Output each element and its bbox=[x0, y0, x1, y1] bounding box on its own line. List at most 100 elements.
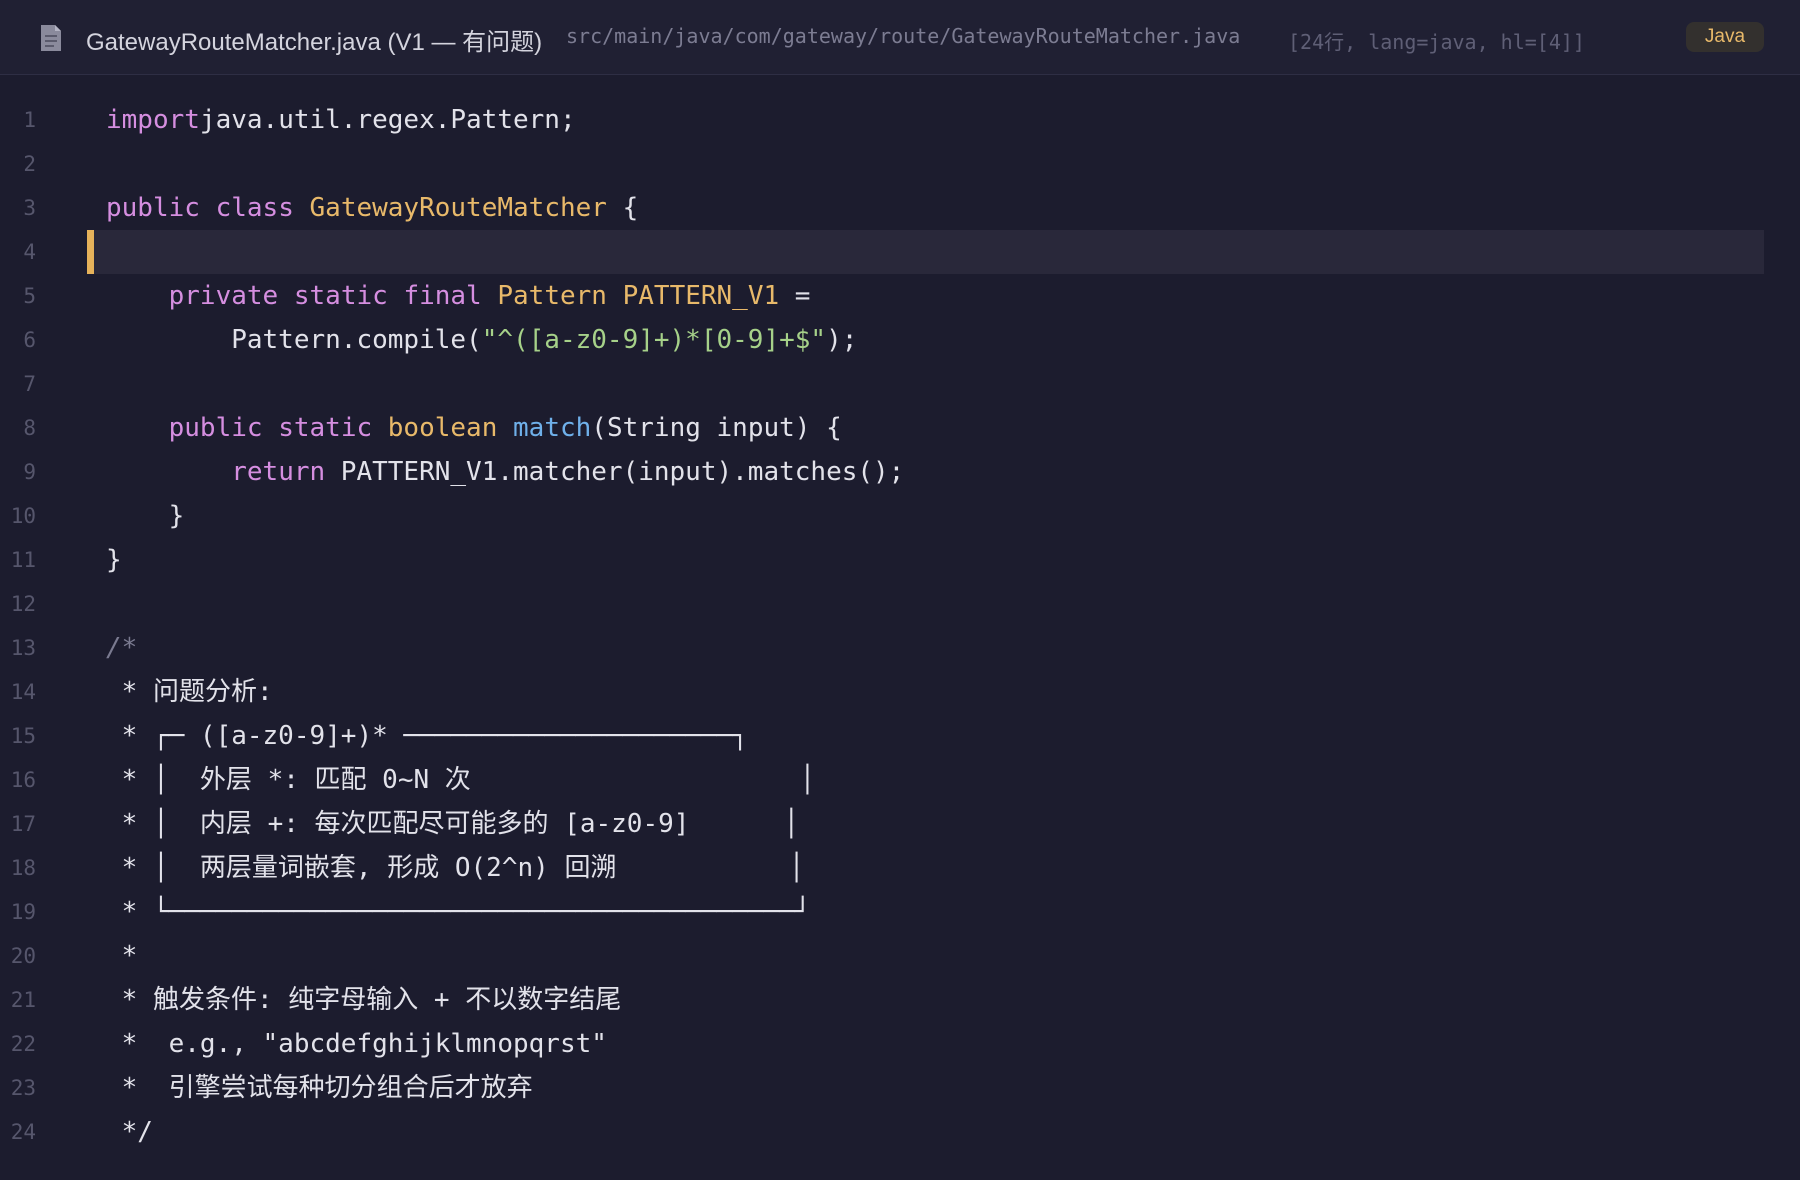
line-number: 17 bbox=[10, 812, 36, 836]
code-line[interactable]: 8 public static boolean match(String inp… bbox=[0, 406, 1800, 450]
line-number: 8 bbox=[23, 416, 36, 440]
code-text: public class GatewayRouteMatcher { bbox=[106, 186, 638, 230]
code-token: * │ 两层量词嵌套, 形成 O(2^n) 回溯 │ bbox=[106, 853, 805, 883]
code-text: } bbox=[106, 494, 185, 538]
code-token: * │ 内层 +: 每次匹配尽可能多的 [a-z0-9] │ bbox=[106, 809, 799, 839]
code-line[interactable]: 9 return PATTERN_V1.matcher(input).match… bbox=[0, 450, 1800, 494]
line-number: 10 bbox=[10, 504, 36, 528]
line-number: 16 bbox=[10, 768, 36, 792]
code-line[interactable]: 7 bbox=[0, 362, 1800, 406]
code-token: match bbox=[513, 413, 592, 443]
code-token: ); bbox=[826, 325, 858, 355]
code-line[interactable]: 21 * 触发条件: 纯字母输入 + 不以数字结尾 bbox=[0, 978, 1800, 1022]
code-token: private bbox=[168, 281, 279, 311]
code-token: = bbox=[779, 281, 811, 311]
line-number: 3 bbox=[23, 196, 36, 220]
line-number: 24 bbox=[10, 1120, 36, 1144]
code-line[interactable]: 4 bbox=[0, 230, 1800, 274]
line-number: 5 bbox=[23, 284, 36, 308]
code-editor[interactable]: 1 importjava.util.regex.Pattern; 2 3 public … bbox=[0, 98, 1800, 1154]
code-token: * ┌─ ([a-z0-9]+)* ─────────────────────┐ bbox=[106, 721, 748, 751]
code-line[interactable]: 23 * 引擎尝试每种切分组合后才放弃 bbox=[0, 1066, 1800, 1110]
line-number: 13 bbox=[10, 636, 36, 660]
code-token: Pattern.compile( bbox=[106, 325, 482, 355]
document-icon bbox=[41, 25, 61, 51]
code-line[interactable]: 20 * bbox=[0, 934, 1800, 978]
line-number: 7 bbox=[23, 372, 36, 396]
code-text: */ bbox=[106, 1110, 153, 1154]
code-token: "^([a-z0-9]+)*[0-9]+$" bbox=[481, 325, 827, 355]
line-number: 12 bbox=[10, 592, 36, 616]
code-text: * │ 两层量词嵌套, 形成 O(2^n) 回溯 │ bbox=[106, 846, 805, 890]
code-line[interactable]: 11} bbox=[0, 538, 1800, 582]
code-token: * │ 外层 *: 匹配 0~N 次 │ bbox=[106, 765, 816, 795]
code-token: { bbox=[606, 193, 639, 223]
line-number: 18 bbox=[10, 856, 36, 880]
language-badge: Java bbox=[1686, 22, 1764, 52]
file-path: src/main/java/com/gateway/route/GatewayR… bbox=[566, 24, 1241, 48]
code-text: importjava.util.regex.Pattern; bbox=[106, 98, 576, 142]
code-text: return PATTERN_V1.matcher(input).matches… bbox=[106, 450, 904, 494]
file-meta: [24行, lang=java, hl=[4]] bbox=[1288, 30, 1585, 54]
line-number: 20 bbox=[10, 944, 36, 968]
code-line[interactable]: 22 * e.g., "abcdefghijklmnopqrst" bbox=[0, 1022, 1800, 1066]
code-text: /* bbox=[106, 626, 137, 670]
code-line[interactable]: 5 private static final Pattern PATTERN_V… bbox=[0, 274, 1800, 318]
code-line[interactable]: 18 * │ 两层量词嵌套, 形成 O(2^n) 回溯 │ bbox=[0, 846, 1800, 890]
code-token: import bbox=[106, 105, 200, 135]
code-line[interactable]: 12 bbox=[0, 582, 1800, 626]
code-line[interactable]: 6 Pattern.compile("^([a-z0-9]+)*[0-9]+$"… bbox=[0, 318, 1800, 362]
code-token: } bbox=[106, 545, 122, 575]
code-text: * 触发条件: 纯字母输入 + 不以数字结尾 bbox=[106, 978, 622, 1022]
code-token: * 问题分析: bbox=[106, 677, 273, 707]
code-token: (String input) { bbox=[591, 413, 842, 443]
code-token: PATTERN_V1 bbox=[622, 281, 780, 311]
code-line[interactable]: 24 */ bbox=[0, 1110, 1800, 1154]
line-number: 6 bbox=[23, 328, 36, 352]
code-line[interactable]: 3 public class GatewayRouteMatcher { bbox=[0, 186, 1800, 230]
code-line[interactable]: 17 * │ 内层 +: 每次匹配尽可能多的 [a-z0-9] │ bbox=[0, 802, 1800, 846]
code-token: PATTERN_V1.matcher(input).matches(); bbox=[325, 457, 905, 487]
code-line[interactable]: 10 } bbox=[0, 494, 1800, 538]
code-line[interactable]: 1 importjava.util.regex.Pattern; bbox=[0, 98, 1800, 142]
code-line[interactable]: 13 /* bbox=[0, 626, 1800, 670]
code-token: boolean bbox=[387, 413, 498, 443]
code-text: * 问题分析: bbox=[106, 670, 273, 714]
code-text: * ┌─ ([a-z0-9]+)* ─────────────────────┐ bbox=[106, 714, 748, 758]
code-token: Pattern bbox=[497, 281, 607, 311]
code-token: } bbox=[106, 501, 185, 531]
code-text: * 引擎尝试每种切分组合后才放弃 bbox=[106, 1066, 533, 1110]
code-token: * e.g., "abcdefghijklmnopqrst" bbox=[106, 1029, 607, 1059]
code-line[interactable]: 15 * ┌─ ([a-z0-9]+)* ───────────────────… bbox=[0, 714, 1800, 758]
code-text: * e.g., "abcdefghijklmnopqrst" bbox=[106, 1022, 607, 1066]
code-token: class bbox=[215, 193, 294, 223]
code-line[interactable]: 16 * │ 外层 *: 匹配 0~N 次 │ bbox=[0, 758, 1800, 802]
code-token: java.util.regex.Pattern; bbox=[199, 105, 576, 135]
line-number: 4 bbox=[23, 240, 36, 264]
code-line[interactable]: 14 * 问题分析: bbox=[0, 670, 1800, 714]
code-token: GatewayRouteMatcher bbox=[309, 193, 607, 223]
code-token: * 引擎尝试每种切分组合后才放弃 bbox=[106, 1073, 533, 1103]
line-number: 9 bbox=[23, 460, 36, 484]
code-text: * bbox=[106, 934, 138, 978]
line-number: 11 bbox=[10, 548, 36, 572]
code-line[interactable]: 19 * └──────────────────────────────────… bbox=[0, 890, 1800, 934]
file-title: GatewayRouteMatcher.java (V1 — 有问题) bbox=[86, 29, 543, 56]
code-text: * │ 外层 *: 匹配 0~N 次 │ bbox=[106, 758, 816, 802]
code-text: * └─────────────────────────────────────… bbox=[106, 890, 811, 934]
code-token: * 触发条件: 纯字母输入 + 不以数字结尾 bbox=[106, 985, 622, 1015]
line-number: 1 bbox=[23, 108, 36, 132]
code-text: private static final Pattern PATTERN_V1 … bbox=[106, 274, 811, 318]
code-token: public bbox=[106, 193, 200, 223]
code-text: Pattern.compile("^([a-z0-9]+)*[0-9]+$"); bbox=[106, 318, 857, 362]
code-token: */ bbox=[106, 1117, 153, 1147]
line-number: 2 bbox=[23, 152, 36, 176]
code-line[interactable]: 2 bbox=[0, 142, 1800, 186]
line-number: 15 bbox=[10, 724, 36, 748]
